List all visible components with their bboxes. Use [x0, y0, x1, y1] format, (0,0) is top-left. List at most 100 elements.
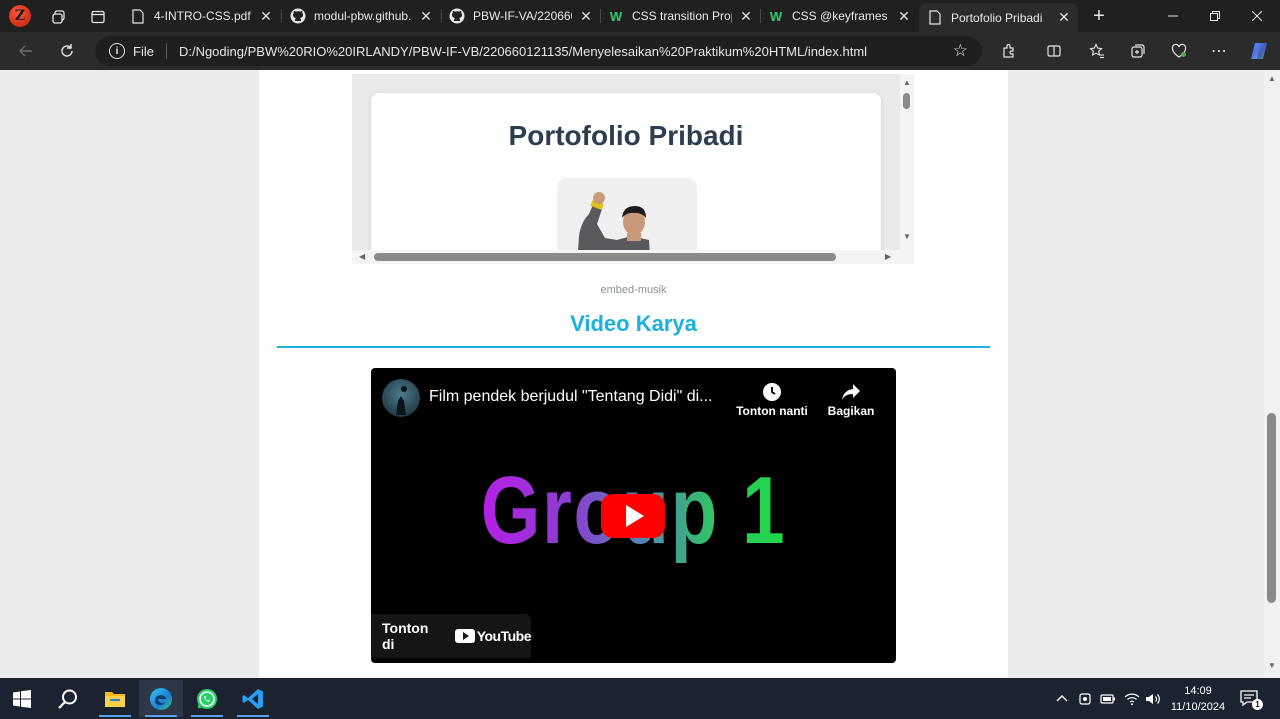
battery-icon[interactable] — [1100, 678, 1116, 719]
new-tab-button[interactable]: + — [1087, 4, 1111, 28]
favorites-icon[interactable] — [1085, 39, 1109, 63]
refresh-button[interactable] — [55, 39, 79, 63]
embedded-page-title: Portofolio Pribadi — [508, 120, 744, 151]
minimize-button[interactable] — [1150, 0, 1196, 32]
tab-title: CSS @keyframes Ru — [792, 9, 890, 23]
notification-icon: 1 — [1240, 689, 1263, 710]
close-tab-icon[interactable]: ✕ — [896, 8, 912, 25]
watch-on-youtube-button[interactable]: Tonton di YouTube — [371, 614, 532, 658]
tab-pdf[interactable]: 4-INTRO-CSS.pdf ✕ — [122, 3, 280, 29]
play-icon — [626, 505, 644, 527]
close-tab-icon[interactable]: ✕ — [578, 8, 594, 25]
clock-time: 14:09 — [1184, 685, 1212, 697]
tab-css-transition[interactable]: W CSS transition Prope ✕ — [600, 3, 760, 29]
youtube-logo-icon: YouTube — [454, 628, 532, 644]
more-options-icon[interactable]: ⋯ — [1207, 39, 1231, 63]
browser-tab-bar: Z 4-INTRO-CSS.pdf ✕ modul-pbw.github.io … — [0, 0, 1280, 32]
browser-essentials-icon[interactable] — [1167, 39, 1191, 63]
browser-toolbar: i File D:/Ngoding/PBW%20RIO%20IRLANDY/PB… — [0, 32, 1280, 70]
iframe-vertical-scrollbar[interactable]: ▲ ▼ — [900, 74, 914, 250]
page-icon — [927, 10, 943, 26]
page-vertical-scrollbar[interactable]: ▲ ▼ — [1264, 70, 1280, 678]
restore-button[interactable] — [1192, 0, 1238, 32]
github-icon — [290, 8, 306, 24]
tab-modul-pbw[interactable]: modul-pbw.github.io ✕ — [282, 3, 440, 29]
tab-actions-icon[interactable] — [86, 5, 110, 29]
tab-title: 4-INTRO-CSS.pdf — [154, 9, 251, 23]
embedded-page-iframe[interactable]: Portofolio Pribadi ▲ ▼ ◀ ▶ — [352, 74, 914, 264]
share-button[interactable]: Bagikan — [815, 378, 887, 418]
tab-title: CSS transition Prope — [632, 9, 732, 23]
clock-icon — [736, 378, 808, 404]
watch-on-label: Tonton di — [382, 620, 429, 652]
iframe-horizontal-scrollbar[interactable]: ◀ ▶ — [352, 250, 914, 264]
tab-pbw-repo[interactable]: PBW-IF-VA/2206601 ✕ — [441, 3, 600, 29]
search-icon[interactable] — [46, 680, 90, 717]
w3schools-icon: W — [609, 8, 623, 24]
profile-avatar-icon[interactable]: Z — [9, 5, 31, 27]
vscode-icon[interactable] — [231, 680, 275, 717]
clock-date: 11/10/2024 — [1170, 701, 1226, 713]
w3schools-icon: W — [769, 8, 783, 24]
tab-title: modul-pbw.github.io — [314, 9, 412, 23]
play-button[interactable] — [601, 494, 665, 538]
scroll-right-arrow-icon[interactable]: ▶ — [885, 252, 891, 261]
windows-taskbar: 14:09 11/10/2024 1 — [0, 678, 1280, 719]
iframe-horizontal-scroll-thumb[interactable] — [374, 253, 836, 261]
page-viewport: Portofolio Pribadi ▲ ▼ ◀ ▶ embed-musik V… — [0, 70, 1264, 678]
taskbar-clock[interactable]: 14:09 11/10/2024 — [1163, 683, 1233, 715]
tab-portofolio[interactable]: Portofolio Pribadi ✕ — [919, 3, 1078, 32]
extensions-icon[interactable] — [997, 39, 1021, 63]
favorite-star-icon[interactable]: ☆ — [953, 41, 968, 61]
running-indicator — [99, 715, 131, 717]
copilot-icon[interactable] — [1247, 39, 1271, 63]
iframe-vertical-scroll-thumb[interactable] — [903, 93, 910, 109]
workspaces-icon[interactable] — [47, 5, 71, 29]
scroll-left-arrow-icon[interactable]: ◀ — [359, 252, 365, 261]
share-label: Bagikan — [827, 404, 875, 418]
back-button[interactable] — [14, 39, 38, 63]
scroll-down-arrow-icon[interactable]: ▼ — [903, 232, 911, 241]
show-hidden-icons-button[interactable] — [1055, 678, 1069, 719]
close-tab-icon[interactable]: ✕ — [1056, 9, 1072, 26]
running-indicator — [237, 715, 269, 717]
notification-count-badge: 1 — [1252, 698, 1263, 710]
running-indicator — [191, 715, 223, 717]
youtube-logo-text: YouTube — [476, 628, 532, 644]
tab-title: Portofolio Pribadi — [951, 10, 1043, 25]
embed-caption: embed-musik — [600, 284, 667, 296]
running-indicator — [145, 715, 177, 717]
address-bar[interactable]: i File D:/Ngoding/PBW%20RIO%20IRLANDY/PB… — [95, 36, 982, 66]
notifications-button[interactable]: 1 — [1240, 678, 1263, 719]
tab-css-keyframes[interactable]: W CSS @keyframes Ru ✕ — [760, 3, 918, 29]
close-tab-icon[interactable]: ✕ — [418, 8, 434, 25]
video-title[interactable]: Film pendek berjudul "Tentang Didi" di..… — [429, 388, 729, 406]
edge-icon[interactable] — [139, 680, 183, 717]
address-divider — [165, 43, 167, 59]
meet-now-icon[interactable] — [1079, 678, 1093, 719]
channel-avatar[interactable] — [382, 379, 420, 417]
page-scroll-up-icon[interactable]: ▲ — [1268, 74, 1276, 83]
page-content-card: Portofolio Pribadi ▲ ▼ ◀ ▶ embed-musik V… — [259, 70, 1008, 678]
page-scroll-down-icon[interactable]: ▼ — [1268, 661, 1276, 670]
collections-icon[interactable] — [1126, 39, 1150, 63]
section-divider — [277, 346, 990, 348]
split-screen-icon[interactable] — [1042, 39, 1066, 63]
github-icon — [449, 8, 465, 24]
windows-start-icon[interactable] — [0, 680, 44, 717]
close-tab-icon[interactable]: ✕ — [738, 8, 754, 25]
close-window-button[interactable] — [1234, 0, 1280, 32]
scroll-up-arrow-icon[interactable]: ▲ — [903, 78, 911, 87]
close-tab-icon[interactable]: ✕ — [258, 8, 274, 25]
page-scroll-thumb[interactable] — [1267, 413, 1276, 603]
site-info-icon[interactable]: i — [109, 43, 125, 59]
section-title-video: Video Karya — [570, 311, 697, 336]
file-explorer-icon[interactable] — [93, 680, 137, 717]
url-scheme-label: File — [133, 43, 154, 59]
youtube-embed-player[interactable]: Film pendek berjudul "Tentang Didi" di..… — [371, 368, 896, 663]
volume-icon[interactable] — [1145, 678, 1161, 719]
whatsapp-icon[interactable] — [185, 680, 229, 717]
watch-later-button[interactable]: Tonton nanti — [736, 378, 808, 418]
wifi-icon[interactable] — [1124, 678, 1140, 719]
url-text[interactable]: D:/Ngoding/PBW%20RIO%20IRLANDY/PBW-IF-VB… — [179, 44, 953, 59]
